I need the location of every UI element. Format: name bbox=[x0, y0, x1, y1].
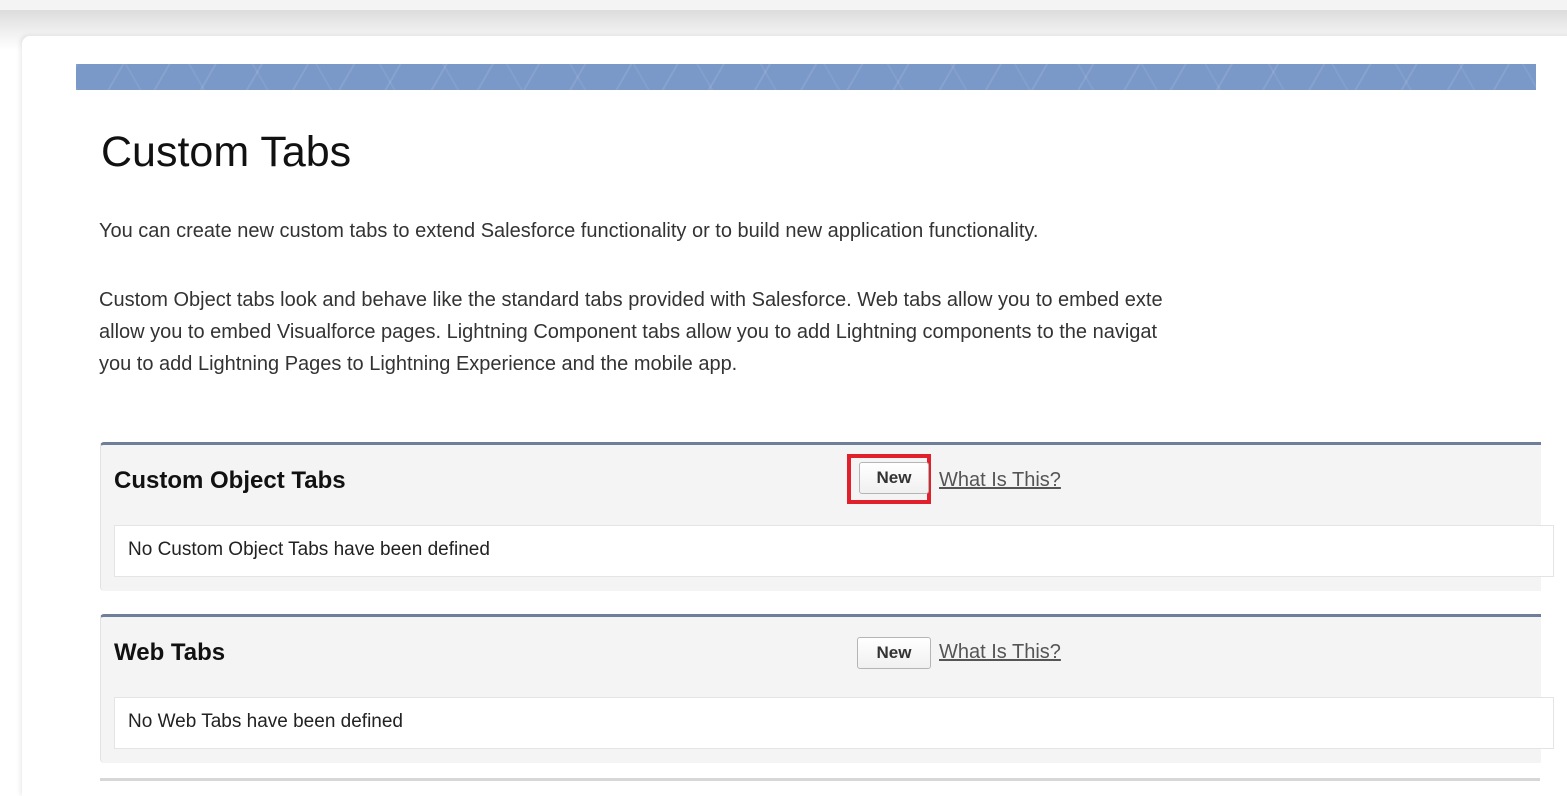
web-tabs-section: Web Tabs New What Is This? No Web Tabs h… bbox=[100, 614, 1554, 763]
section-title: Web Tabs bbox=[114, 639, 226, 666]
description-line: Custom Object tabs look and behave like … bbox=[99, 289, 1163, 311]
page-description: Custom Object tabs look and behave like … bbox=[99, 284, 1539, 380]
new-web-tab-button[interactable]: New bbox=[857, 637, 931, 669]
next-section-border bbox=[100, 778, 1540, 781]
description-line: you to add Lightning Pages to Lightning … bbox=[99, 353, 738, 375]
empty-message: No Web Tabs have been defined bbox=[128, 711, 403, 732]
section-header: Custom Object Tabs New What Is This? bbox=[101, 445, 1541, 521]
section-body: No Custom Object Tabs have been defined bbox=[114, 525, 1554, 577]
header-banner bbox=[76, 64, 1536, 90]
section-body: No Web Tabs have been defined bbox=[114, 697, 1554, 749]
page-title: Custom Tabs bbox=[101, 128, 352, 176]
section-header: Web Tabs New What Is This? bbox=[101, 617, 1541, 693]
page-intro: You can create new custom tabs to extend… bbox=[99, 220, 1039, 242]
custom-object-tabs-section: Custom Object Tabs New What Is This? No … bbox=[100, 442, 1554, 591]
empty-message: No Custom Object Tabs have been defined bbox=[128, 539, 490, 560]
what-is-this-link[interactable]: What Is This? bbox=[939, 641, 1061, 664]
description-line: allow you to embed Visualforce pages. Li… bbox=[99, 321, 1158, 343]
new-custom-object-tab-button[interactable]: New bbox=[859, 462, 929, 494]
section-title: Custom Object Tabs bbox=[114, 467, 346, 494]
what-is-this-link[interactable]: What Is This? bbox=[939, 469, 1061, 492]
